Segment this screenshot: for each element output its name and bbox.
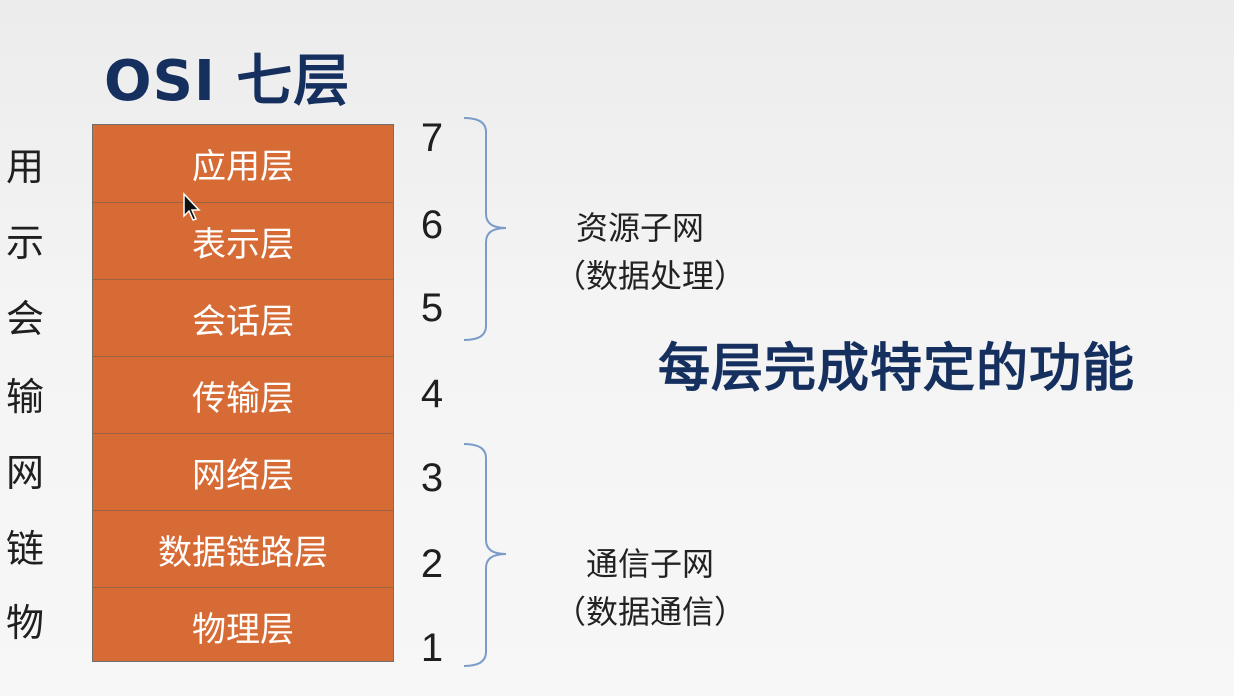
lower-brace bbox=[463, 443, 507, 667]
group-communication-subnet-desc: （数据通信） bbox=[553, 593, 746, 631]
group-resource-subnet-desc: （数据处理） bbox=[553, 257, 746, 295]
upper-brace bbox=[463, 117, 507, 341]
group-communication-subnet: 通信子网 bbox=[585, 545, 714, 583]
headline: 每层完成特定的功能 bbox=[658, 339, 1136, 399]
group-resource-subnet: 资源子网 bbox=[575, 209, 704, 247]
mouse-pointer-icon bbox=[183, 192, 201, 221]
